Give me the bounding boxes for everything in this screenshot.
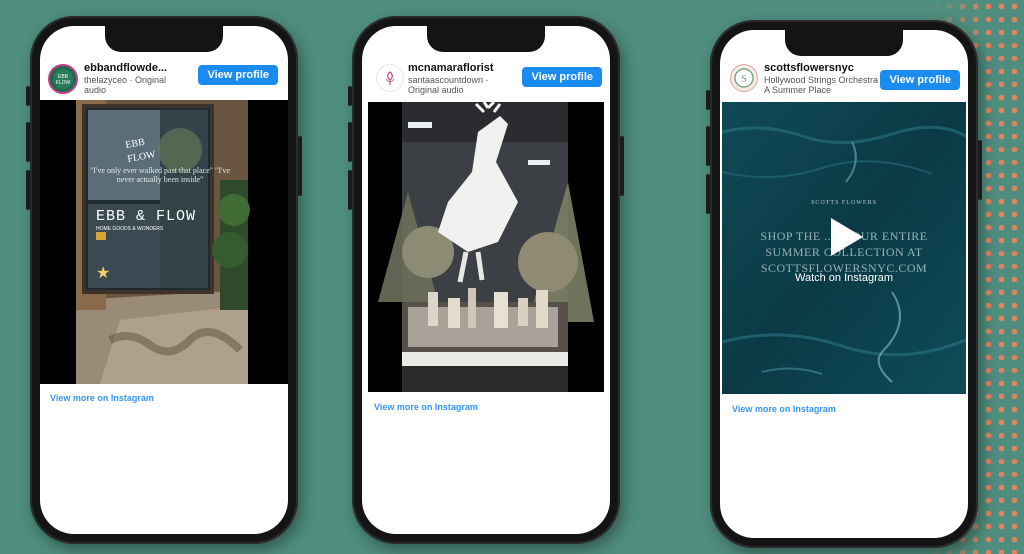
store-sign-text: EBB & FLOW <box>96 208 197 225</box>
view-profile-button[interactable]: View profile <box>880 70 960 90</box>
instagram-embed: mcnamaraflorist santaascountdown · Origi… <box>368 56 604 412</box>
avatar[interactable]: S <box>730 64 758 92</box>
phone-screen: S scottsflowersnyc Hollywood Strings Orc… <box>720 30 968 538</box>
audio-subtitle[interactable]: thelazyceo · Original audio <box>84 75 174 95</box>
view-more-link[interactable]: View more on Instagram <box>368 402 604 412</box>
phone-notch <box>427 26 545 52</box>
video-caption-overlay: "I've only ever walked past that place" … <box>90 166 230 184</box>
post-video[interactable]: EBB FLOW ★ "I've only ever walked past t… <box>40 100 288 384</box>
audio-subtitle[interactable]: Hollywood Strings Orchestra · A Summer P… <box>764 75 884 95</box>
phone-notch <box>105 26 223 52</box>
phone-screen: EBB FLOW ebbandflowde... thelazyceo · Ori… <box>40 26 288 534</box>
storefront-image: EBB FLOW ★ <box>40 100 288 384</box>
embed-header: mcnamaraflorist santaascountdown · Origi… <box>368 56 604 102</box>
watch-on-instagram-label[interactable]: Watch on Instagram <box>722 272 966 284</box>
embed-header: S scottsflowersnyc Hollywood Strings Orc… <box>722 56 966 102</box>
brand-name-text: SCOTTS FLOWERS <box>811 200 877 206</box>
view-more-link[interactable]: View more on Instagram <box>40 393 288 403</box>
post-video[interactable]: SCOTTS FLOWERS SHOP THE ... & OUR ENTIRE… <box>722 102 966 394</box>
view-profile-button[interactable]: View profile <box>522 67 602 87</box>
account-username[interactable]: ebbandflowde... <box>84 62 167 74</box>
phone-mockup-1: EBB FLOW ebbandflowde... thelazyceo · Ori… <box>26 16 302 544</box>
phone-screen: mcnamaraflorist santaascountdown · Origi… <box>362 26 610 534</box>
store-interior-image <box>368 102 604 392</box>
view-profile-button[interactable]: View profile <box>198 65 278 85</box>
avatar[interactable] <box>376 64 404 92</box>
account-username[interactable]: scottsflowersnyc <box>764 62 854 74</box>
store-sign-subtext: HOME GOODS & WONDERS <box>96 226 164 232</box>
instagram-embed: S scottsflowersnyc Hollywood Strings Orc… <box>722 56 966 414</box>
post-video[interactable] <box>368 102 604 392</box>
phone-mockup-3: S scottsflowersnyc Hollywood Strings Orc… <box>706 20 982 548</box>
svg-text:★: ★ <box>96 265 110 282</box>
instagram-embed: EBB FLOW ebbandflowde... thelazyceo · Ori… <box>40 56 288 403</box>
audio-subtitle[interactable]: santaascountdown · Original audio <box>408 75 508 95</box>
phone-mockup-2: mcnamaraflorist santaascountdown · Origi… <box>348 16 624 544</box>
view-more-link[interactable]: View more on Instagram <box>722 404 966 414</box>
avatar[interactable]: EBB FLOW <box>48 64 78 94</box>
svg-text:FLOW: FLOW <box>56 80 71 86</box>
account-username[interactable]: mcnamaraflorist <box>408 62 494 74</box>
play-icon[interactable] <box>821 214 867 260</box>
svg-text:S: S <box>741 74 747 85</box>
phone-notch <box>785 30 903 56</box>
embed-header: EBB FLOW ebbandflowde... thelazyceo · Ori… <box>40 56 288 100</box>
